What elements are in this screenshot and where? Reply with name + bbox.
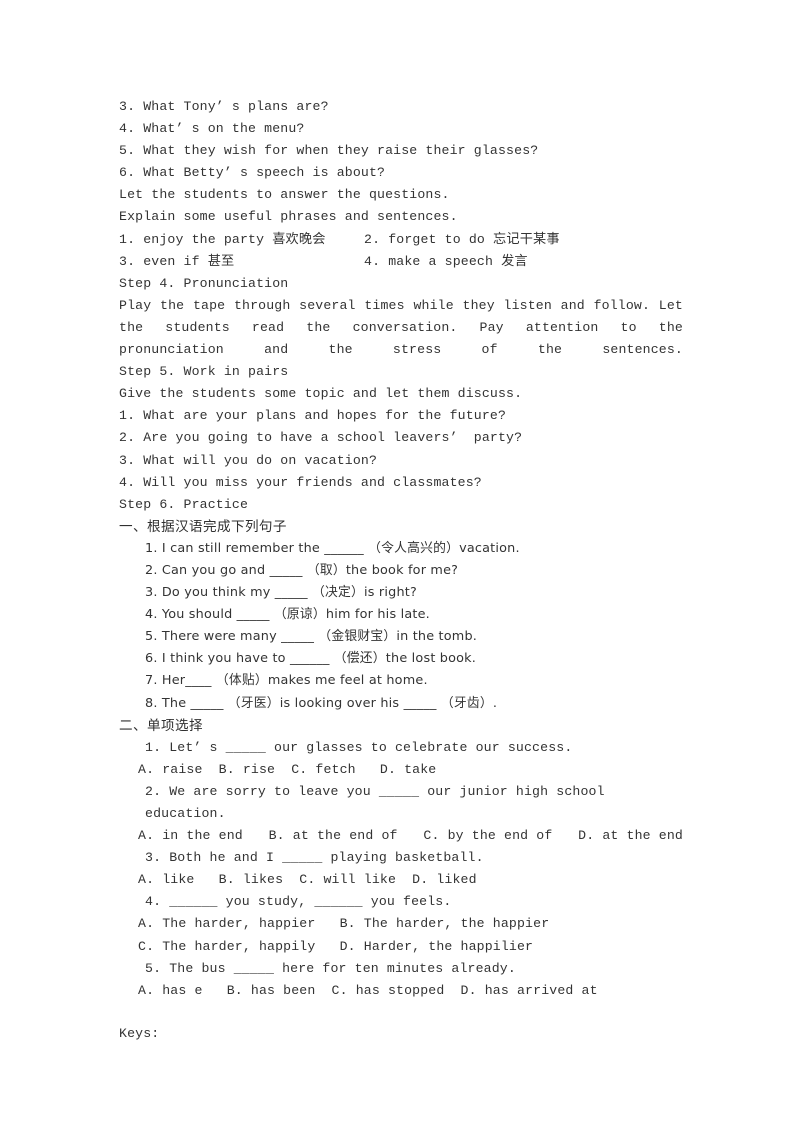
keys-label: Keys: xyxy=(119,1025,160,1041)
fill-blank-item: 8. The _____ （牙医）is looking over his ___… xyxy=(145,695,498,711)
step-6-heading: Step 6. Practice xyxy=(119,496,249,512)
instruction-line: Explain some useful phrases and sentence… xyxy=(119,209,458,225)
mc-option: D. at the end xyxy=(578,828,683,844)
exercise-section-two-title: 二、单项选择 xyxy=(119,717,203,734)
mc-question-stem: 4. ______ you study, ______ you feels. xyxy=(145,894,452,910)
mc-option: A. in the end xyxy=(138,828,243,844)
listening-question: 4. What’ s on the menu? xyxy=(119,121,305,137)
step-5-intro: Give the students some topic and let the… xyxy=(119,386,523,402)
exercise-section-one-title: 一、根据汉语完成下列句子 xyxy=(119,518,287,535)
mc-question-stem: 3. Both he and I _____ playing basketbal… xyxy=(145,850,484,866)
phrase-item: 2. forget to do 忘记干某事 xyxy=(364,231,560,247)
listening-question: 3. What Tony’ s plans are? xyxy=(119,99,329,114)
document-content: 3. What Tony’ s plans are? 4. What’ s on… xyxy=(119,96,683,1045)
mc-question-stem: 2. We are sorry to leave you _____ our j… xyxy=(145,783,613,821)
fill-blank-item: 7. Her____ （体贴）makes me feel at home. xyxy=(145,673,428,689)
fill-blank-item: 5. There were many _____ （金银财宝）in the to… xyxy=(145,629,478,645)
pair-work-question: 4. Will you miss your friends and classm… xyxy=(119,474,482,490)
instruction-line: Let the students to answer the questions… xyxy=(119,187,450,203)
fill-blank-item: 1. I can still remember the ______ （令人高兴… xyxy=(145,540,520,556)
listening-question: 6. What Betty’ s speech is about? xyxy=(119,165,386,181)
step-5-heading: Step 5. Work in pairs xyxy=(119,364,289,380)
mc-question-stem: 1. Let’ s _____ our glasses to celebrate… xyxy=(145,739,573,755)
mc-option-row: A. like B. likes C. will like D. liked xyxy=(138,872,477,888)
pair-work-question: 2. Are you going to have a school leaver… xyxy=(119,430,523,446)
step-4-paragraph: Play the tape through several times whil… xyxy=(119,297,683,358)
fill-blank-item: 2. Can you go and _____ （取）the book for … xyxy=(145,562,459,578)
mc-question-stem: 5. The bus _____ here for ten minutes al… xyxy=(145,960,516,976)
mc-option-row: A. in the end B. at the end of C. by the… xyxy=(119,825,683,847)
mc-option-row: A. The harder, happier B. The harder, th… xyxy=(138,916,550,932)
listening-question: 5. What they wish for when they raise th… xyxy=(119,143,539,159)
phrase-row: 3. even if 甚至 4. make a speech 发言 xyxy=(119,251,683,273)
mc-option-row: A. has e B. has been C. has stopped D. h… xyxy=(138,982,598,998)
phrase-item: 1. enjoy the party 喜欢晚会 xyxy=(119,231,326,247)
mc-option-row: C. The harder, happily D. Harder, the ha… xyxy=(138,938,534,954)
mc-option-row: A. raise B. rise C. fetch D. take xyxy=(138,761,437,777)
mc-option: C. by the end of xyxy=(423,828,553,844)
mc-option: B. at the end of xyxy=(268,828,398,844)
phrase-item: 4. make a speech 发言 xyxy=(364,253,528,269)
pair-work-question: 3. What will you do on vacation? xyxy=(119,452,378,468)
step-4-heading: Step 4. Pronunciation xyxy=(119,275,289,291)
fill-blank-item: 6. I think you have to ______ （偿还）the lo… xyxy=(145,651,477,667)
phrase-row: 1. enjoy the party 喜欢晚会 2. forget to do … xyxy=(119,229,683,251)
pair-work-question: 1. What are your plans and hopes for the… xyxy=(119,408,507,424)
fill-blank-item: 4. You should _____ （原谅）him for his late… xyxy=(145,607,430,623)
document-page: 3. What Tony’ s plans are? 4. What’ s on… xyxy=(0,0,800,1132)
fill-blank-item: 3. Do you think my _____ （决定）is right? xyxy=(145,585,417,601)
phrase-item: 3. even if 甚至 xyxy=(119,253,235,269)
